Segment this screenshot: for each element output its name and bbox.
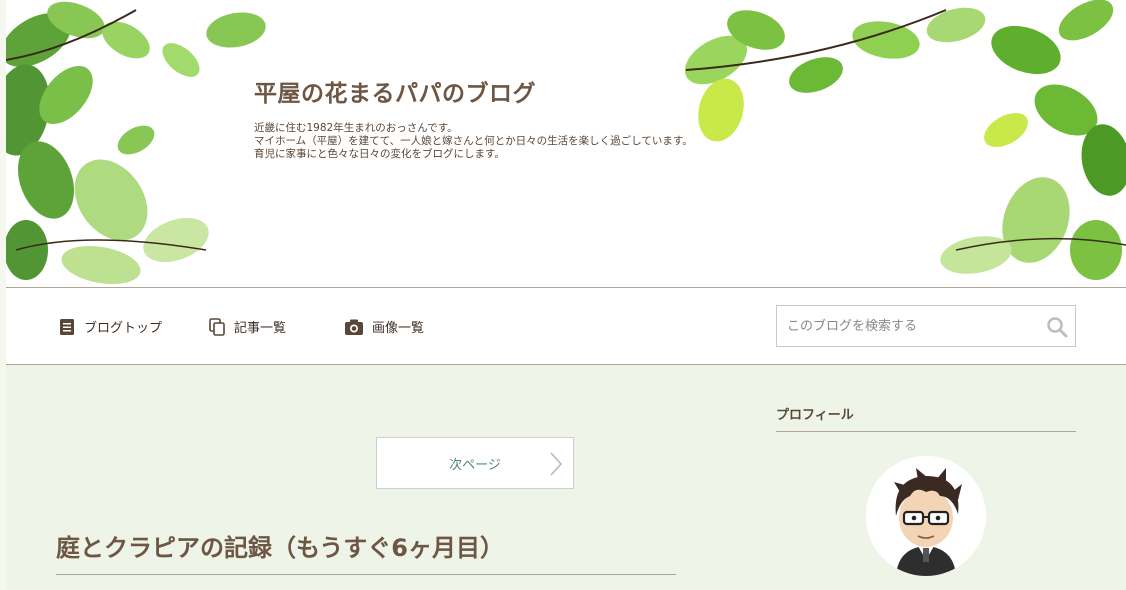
avatar-illustration (866, 456, 986, 576)
next-page-button[interactable]: 次ページ (376, 437, 574, 489)
nav-item-label: 記事一覧 (234, 321, 287, 336)
profile-heading: プロフィール (776, 408, 854, 423)
global-nav: ブログトップ 記事一覧 画像一覧 (6, 287, 1126, 365)
chevron-right-icon (550, 452, 563, 476)
blog-header: 平屋の花まるパパのブログ 近畿に住む1982年生まれのおっさんです。 マイホーム… (6, 0, 1126, 287)
next-page-label: 次ページ (449, 457, 501, 473)
search-icon[interactable] (1045, 315, 1069, 339)
blog-description: 近畿に住む1982年生まれのおっさんです。 マイホーム（平屋）を建てて、一人娘と… (254, 122, 693, 160)
leaves-decoration-left (6, 1, 266, 285)
copy-icon (209, 317, 225, 336)
profile-divider (776, 431, 1076, 432)
nav-item-label: 画像一覧 (372, 321, 425, 336)
nav-item-article-list[interactable]: 記事一覧 (208, 317, 286, 336)
blog-search (776, 305, 1076, 347)
post-title-divider (56, 574, 676, 575)
nav-item-image-list[interactable]: 画像一覧 (344, 317, 424, 336)
nav-item-label: ブログトップ (84, 321, 163, 336)
document-icon (60, 318, 74, 335)
search-input[interactable] (777, 306, 1027, 346)
blog-title[interactable]: 平屋の花まるパパのブログ (254, 74, 536, 108)
avatar[interactable] (866, 456, 986, 576)
camera-icon (345, 319, 363, 335)
main-content: 次ページ 庭とクラピアの記録（もうすぐ6ヶ月目） プロフィール (6, 366, 1126, 590)
leaves-decoration-right (684, 0, 1126, 280)
post-title[interactable]: 庭とクラピアの記録（もうすぐ6ヶ月目） (56, 528, 504, 563)
nav-item-blog-top[interactable]: ブログトップ (58, 317, 162, 336)
